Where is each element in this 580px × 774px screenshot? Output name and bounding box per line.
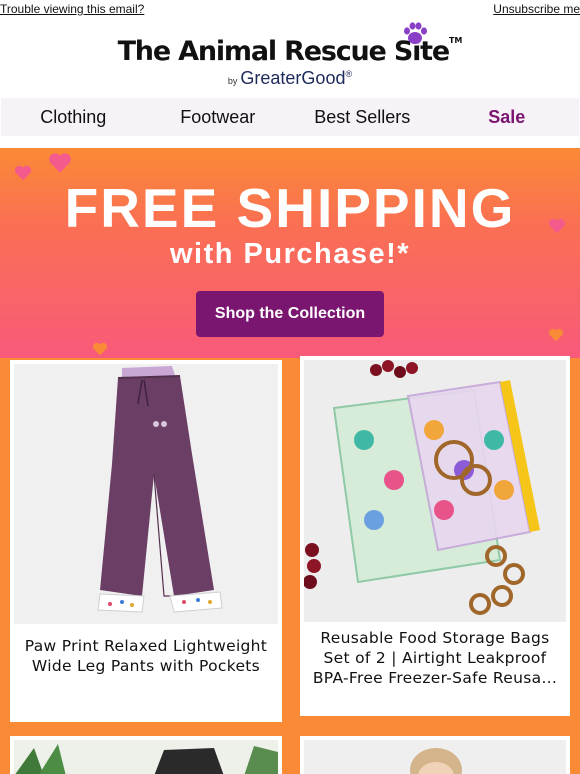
heart-icon [49, 153, 71, 173]
heart-icon [549, 328, 563, 342]
hero-title: FREE SHIPPING [64, 177, 516, 239]
shop-collection-button[interactable]: Shop the Collection [196, 291, 384, 337]
trouble-viewing-link[interactable]: Trouble viewing this email? [0, 2, 144, 16]
nav-item-best-sellers[interactable]: Best Sellers [290, 98, 435, 136]
product-card-partial[interactable] [10, 736, 282, 774]
product-title-pants[interactable]: Paw Print Relaxed Lightweight Wide Leg P… [10, 636, 282, 676]
product-image-food-bags[interactable] [304, 360, 566, 622]
logo-title: The Animal Rescue SiteTM [117, 36, 463, 67]
paw-icon [404, 22, 427, 44]
product-card-food-bags[interactable]: Reusable Food Storage Bags Set of 2 | Ai… [300, 356, 570, 716]
product-card-partial[interactable] [300, 736, 570, 774]
hero-subtitle: with Purchase!* [169, 238, 411, 270]
product-grid: Paw Print Relaxed Lightweight Wide Leg P… [0, 356, 580, 774]
unsubscribe-link[interactable]: Unsubscribe me [493, 2, 580, 16]
wide-leg-pants-image [14, 364, 278, 624]
nav-item-footwear[interactable]: Footwear [146, 98, 291, 136]
logo-trademark: TM [448, 36, 463, 45]
product-card-pants[interactable]: Paw Print Relaxed Lightweight Wide Leg P… [10, 360, 282, 722]
nav-item-sale[interactable]: Sale [435, 98, 580, 136]
product-title-food-bags[interactable]: Reusable Food Storage Bags Set of 2 | Ai… [300, 628, 570, 688]
logo-byline: by GreaterGood® [227, 68, 353, 88]
category-nav: Clothing Footwear Best Sellers Sale [1, 98, 579, 136]
plant-image [14, 740, 278, 774]
food-storage-bags-image [304, 360, 566, 622]
product-image-partial[interactable] [14, 740, 278, 774]
product-image-pants[interactable] [14, 364, 278, 624]
site-logo[interactable]: The Animal Rescue SiteTM by GreaterGood® [0, 22, 580, 94]
person-image [304, 740, 566, 774]
email-topbar: Trouble viewing this email? Unsubscribe … [0, 0, 580, 20]
nav-item-clothing[interactable]: Clothing [1, 98, 146, 136]
free-shipping-banner[interactable]: FREE SHIPPING with Purchase!* Shop the C… [0, 148, 580, 358]
heart-icon [93, 342, 107, 356]
product-image-partial[interactable] [304, 740, 566, 774]
